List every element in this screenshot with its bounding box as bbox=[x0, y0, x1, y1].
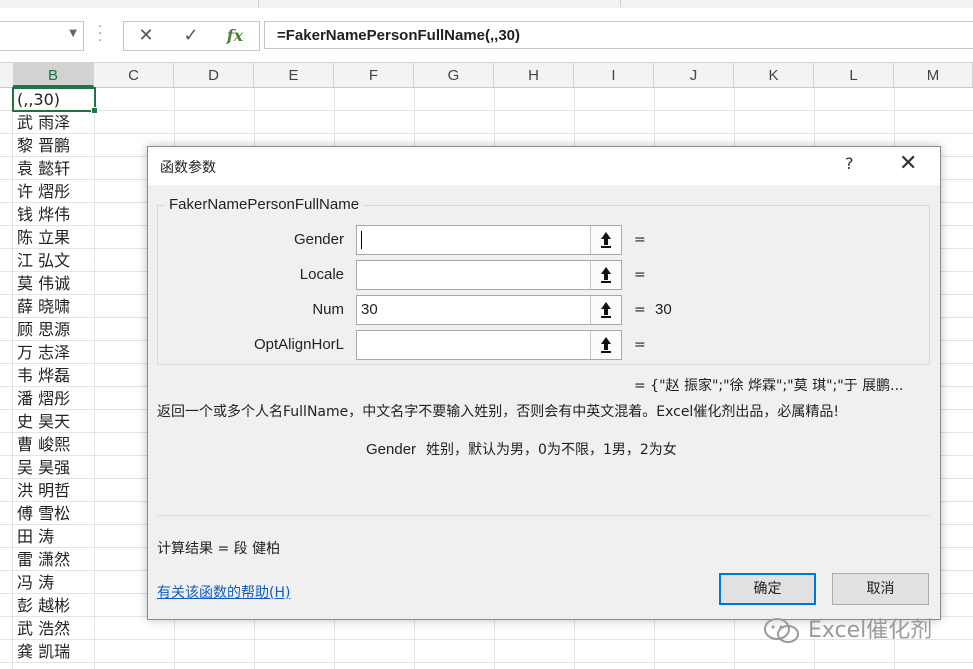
column-header-f[interactable]: F bbox=[334, 63, 414, 87]
cell[interactable]: 潘 熠彤 bbox=[13, 387, 94, 410]
watermark-text: Excel催化剂 bbox=[808, 618, 933, 643]
cell[interactable]: 彭 越彬 bbox=[13, 594, 94, 617]
calculation-result: 计算结果 = 段 健柏 bbox=[157, 541, 281, 557]
cell[interactable]: 吴 昊强 bbox=[13, 456, 94, 479]
formula-buttons: ✕ ✓ fx bbox=[123, 21, 260, 51]
collapse-dialog-button[interactable] bbox=[590, 296, 621, 324]
column-header-b[interactable]: B bbox=[13, 63, 94, 87]
cell[interactable]: 万 志泽 bbox=[13, 341, 94, 364]
dialog-title-bar[interactable]: 函数参数 ? ✕ bbox=[148, 147, 940, 185]
grid-line bbox=[94, 88, 95, 669]
column-header-j[interactable]: J bbox=[654, 63, 734, 87]
column-header-m[interactable]: M bbox=[894, 63, 973, 87]
arg-equals: = bbox=[634, 267, 646, 283]
cell[interactable]: 史 昊天 bbox=[13, 410, 94, 433]
column-header-d[interactable]: D bbox=[174, 63, 254, 87]
cell[interactable]: 黎 晋鹏 bbox=[13, 134, 94, 157]
collapse-arrow-icon bbox=[601, 267, 611, 283]
function-name-label: FakerNamePersonFullName bbox=[165, 196, 364, 213]
chevron-down-icon[interactable]: ▼ bbox=[69, 28, 77, 39]
arg-equals: = bbox=[634, 337, 646, 353]
argument-help-name: Gender bbox=[366, 441, 417, 458]
arg-equals: = bbox=[634, 302, 646, 318]
locale-input[interactable] bbox=[356, 260, 622, 290]
arg-label-num: Num bbox=[312, 301, 344, 318]
insert-function-icon[interactable]: fx bbox=[220, 24, 250, 48]
cell[interactable]: 韦 烨磊 bbox=[13, 364, 94, 387]
gender-input[interactable] bbox=[356, 225, 622, 255]
collapse-dialog-button[interactable] bbox=[590, 261, 621, 289]
cell[interactable]: 钱 烨伟 bbox=[13, 203, 94, 226]
text-caret bbox=[361, 231, 362, 249]
cell[interactable]: 袁 懿轩 bbox=[13, 157, 94, 180]
collapse-dialog-button[interactable] bbox=[590, 331, 621, 359]
collapse-arrow-icon bbox=[601, 337, 611, 353]
function-description: 返回一个或多个人名FullName，中文名字不要输入姓别，否则会有中英文混着。E… bbox=[157, 404, 839, 420]
column-headers: B C D E F G H I J K L M bbox=[0, 63, 973, 88]
cancel-icon[interactable]: ✕ bbox=[131, 24, 161, 48]
column-header-l[interactable]: L bbox=[814, 63, 894, 87]
column-header-e[interactable]: E bbox=[254, 63, 334, 87]
argument-help: Gender 姓别，默认为男，0为不限，1男，2为女 bbox=[366, 439, 677, 459]
name-box[interactable]: ▼ bbox=[0, 21, 84, 51]
formula-input[interactable]: =FakerNamePersonFullName(,,30) bbox=[264, 21, 973, 49]
num-input[interactable]: 30 bbox=[356, 295, 622, 325]
column-header-h[interactable]: H bbox=[494, 63, 574, 87]
close-icon[interactable]: ✕ bbox=[899, 151, 917, 176]
arg-label-optalignhorl: OptAlignHorL bbox=[253, 336, 344, 353]
function-help-link[interactable]: 有关该函数的帮助(H) bbox=[157, 582, 290, 602]
cell[interactable]: 冯 涛 bbox=[13, 571, 94, 594]
watermark: Excel催化剂 bbox=[762, 612, 932, 646]
collapse-arrow-icon bbox=[601, 232, 611, 248]
collapse-arrow-icon bbox=[601, 302, 611, 318]
active-cell-border bbox=[12, 87, 98, 114]
cancel-button[interactable]: 取消 bbox=[832, 573, 929, 605]
fill-handle[interactable] bbox=[91, 107, 98, 114]
cell[interactable]: 龚 凯瑞 bbox=[13, 640, 94, 663]
arg-equals: = bbox=[634, 232, 646, 248]
optalignhorl-input[interactable] bbox=[356, 330, 622, 360]
column-header-c[interactable]: C bbox=[94, 63, 174, 87]
ok-button[interactable]: 确定 bbox=[719, 573, 816, 605]
cell[interactable]: 傅 雪松 bbox=[13, 502, 94, 525]
num-value: 30 bbox=[361, 301, 378, 318]
cell[interactable]: 武 雨泽 bbox=[13, 111, 94, 134]
cell[interactable]: 武 浩然 bbox=[13, 617, 94, 640]
collapse-dialog-button[interactable] bbox=[590, 226, 621, 254]
wechat-icon bbox=[764, 618, 799, 643]
arg-label-locale: Locale bbox=[299, 266, 344, 283]
ribbon-divider bbox=[258, 0, 259, 7]
cell[interactable]: 许 熠彤 bbox=[13, 180, 94, 203]
help-icon[interactable]: ? bbox=[845, 154, 854, 173]
column-header-i[interactable]: I bbox=[574, 63, 654, 87]
cell[interactable]: 雷 潇然 bbox=[13, 548, 94, 571]
cell[interactable]: 洪 明哲 bbox=[13, 479, 94, 502]
column-header-g[interactable]: G bbox=[414, 63, 494, 87]
cell[interactable]: 田 涛 bbox=[13, 525, 94, 548]
argument-help-text: 姓别，默认为男，0为不限，1男，2为女 bbox=[426, 442, 677, 458]
check-icon[interactable]: ✓ bbox=[176, 24, 206, 48]
cell[interactable]: 陈 立果 bbox=[13, 226, 94, 249]
column-header-k[interactable]: K bbox=[734, 63, 814, 87]
dialog-title: 函数参数 bbox=[160, 160, 216, 176]
cell[interactable]: 江 弘文 bbox=[13, 249, 94, 272]
arg-result-num: 30 bbox=[655, 301, 672, 318]
formula-bar: ▼ · · · ✕ ✓ fx =FakerNamePersonFullName(,,… bbox=[0, 8, 973, 63]
cell[interactable]: 曹 峻熙 bbox=[13, 433, 94, 456]
arg-label-gender: Gender bbox=[293, 231, 344, 248]
divider bbox=[157, 515, 930, 516]
function-arguments-dialog: 函数参数 ? ✕ FakerNamePersonFullName Gender … bbox=[147, 146, 941, 620]
cell[interactable]: 薛 晓啸 bbox=[13, 295, 94, 318]
cell[interactable]: 顾 思源 bbox=[13, 318, 94, 341]
function-result-preview: = {"赵 振家";"徐 烨霖";"莫 琪";"于 展鹏... bbox=[634, 378, 904, 394]
drag-handle-icon[interactable]: · · · bbox=[98, 20, 102, 48]
column-b-cells: (,,30) 武 雨泽 黎 晋鹏 袁 懿轩 许 熠彤 钱 烨伟 陈 立果 江 弘… bbox=[13, 88, 94, 663]
ribbon-divider bbox=[620, 0, 621, 7]
cell[interactable]: 莫 伟诚 bbox=[13, 272, 94, 295]
